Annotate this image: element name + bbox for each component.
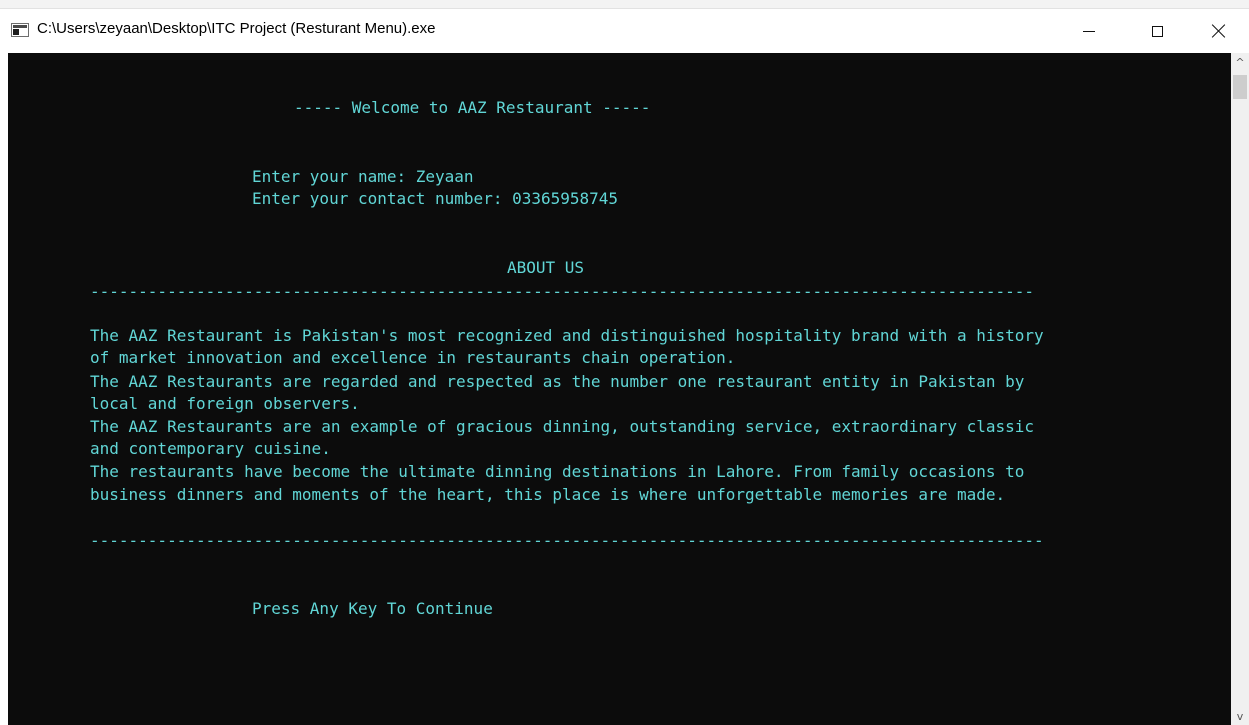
continue-prompt: Press Any Key To Continue bbox=[252, 599, 493, 618]
maximize-button[interactable] bbox=[1134, 9, 1180, 53]
maximize-icon bbox=[1151, 25, 1163, 37]
about-line: The AAZ Restaurants are regarded and res… bbox=[90, 372, 1025, 391]
title-bar[interactable]: C:\Users\zeyaan\Desktop\ITC Project (Res… bbox=[0, 9, 1249, 53]
about-line: The AAZ Restaurants are an example of gr… bbox=[90, 417, 1035, 436]
scroll-up-button[interactable]: ^ bbox=[1231, 53, 1249, 71]
about-line: The AAZ Restaurant is Pakistan's most re… bbox=[90, 326, 1044, 345]
minimize-button[interactable] bbox=[1066, 9, 1112, 53]
close-button[interactable] bbox=[1196, 9, 1242, 53]
console-output[interactable]: ----- Welcome to AAZ Restaurant ----- En… bbox=[8, 53, 1231, 725]
vertical-scrollbar[interactable]: ^ v bbox=[1231, 53, 1249, 725]
console-window-icon[interactable] bbox=[11, 23, 29, 37]
console-window: C:\Users\zeyaan\Desktop\ITC Project (Res… bbox=[0, 0, 1249, 725]
scroll-down-button[interactable]: v bbox=[1231, 707, 1249, 725]
about-heading: ABOUT US bbox=[507, 258, 585, 277]
welcome-banner: ----- Welcome to AAZ Restaurant ----- bbox=[294, 98, 651, 117]
window-title: C:\Users\zeyaan\Desktop\ITC Project (Res… bbox=[37, 20, 436, 37]
minimize-icon bbox=[1083, 30, 1095, 32]
divider-top: ----------------------------------------… bbox=[90, 282, 1035, 301]
chevron-down-icon: v bbox=[1236, 709, 1244, 723]
contact-prompt: Enter your contact number: 03365958745 bbox=[252, 189, 619, 208]
background-window-edge bbox=[0, 0, 1249, 9]
divider-bottom: ----------------------------------------… bbox=[90, 531, 1044, 550]
about-line: business dinners and moments of the hear… bbox=[90, 485, 1006, 504]
about-line: local and foreign observers. bbox=[90, 394, 360, 413]
about-line: of market innovation and excellence in r… bbox=[90, 348, 736, 367]
chevron-up-icon: ^ bbox=[1235, 55, 1245, 69]
name-prompt: Enter your name: Zeyaan bbox=[252, 167, 474, 186]
close-icon bbox=[1212, 24, 1226, 38]
scroll-thumb[interactable] bbox=[1233, 75, 1247, 99]
about-line: and contemporary cuisine. bbox=[90, 439, 331, 458]
about-line: The restaurants have become the ultimate… bbox=[90, 462, 1025, 481]
